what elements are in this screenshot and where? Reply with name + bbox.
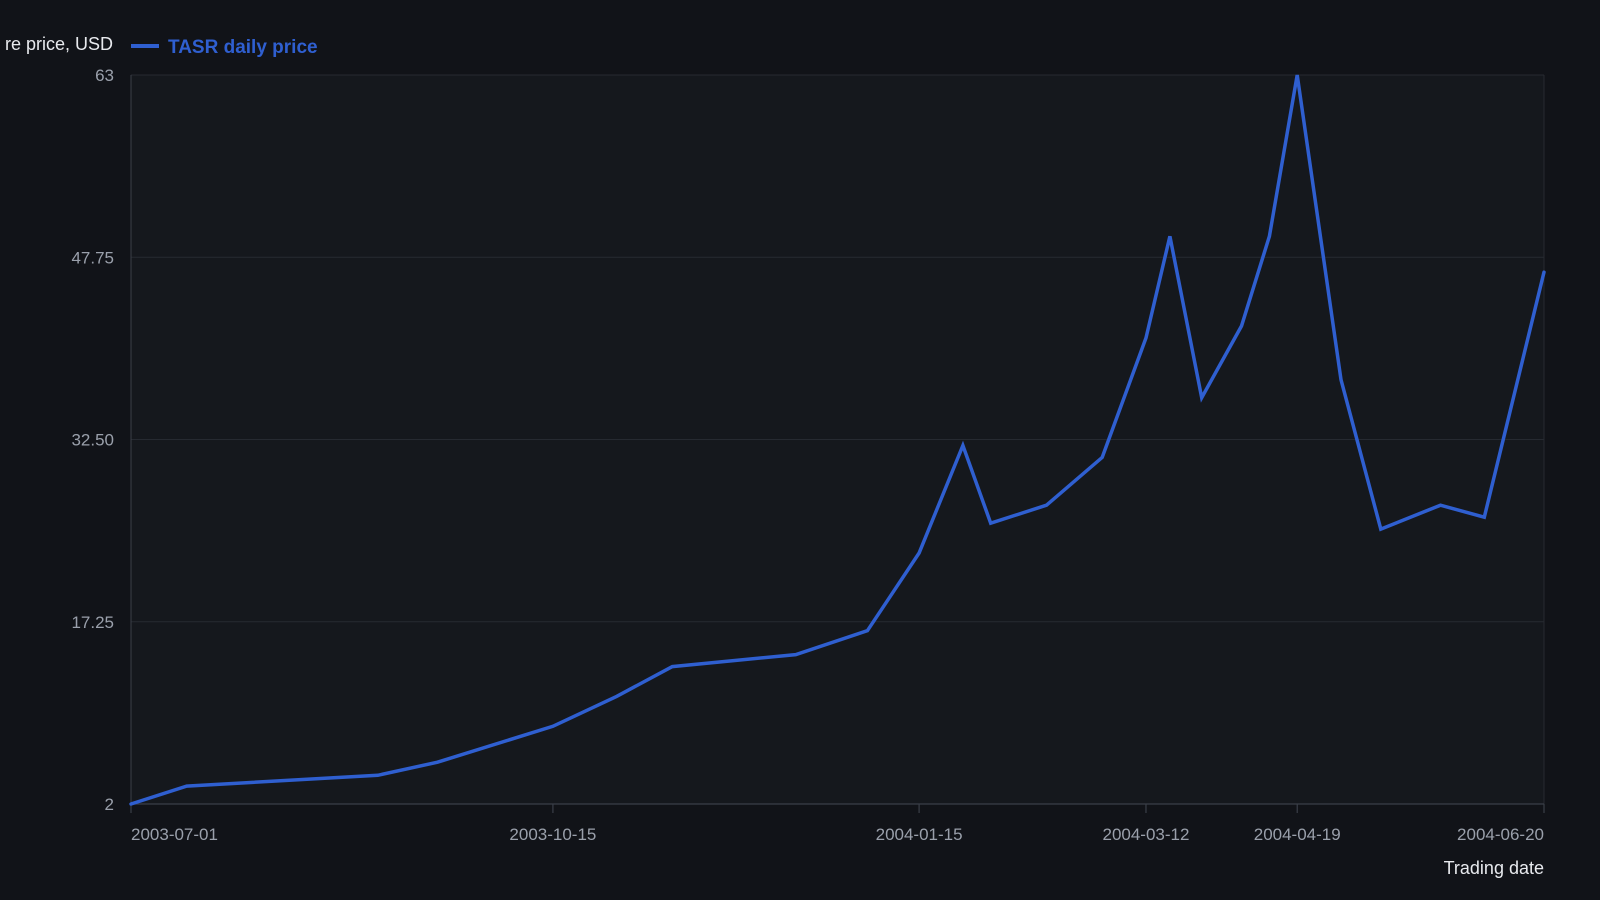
y-tick-label: 2 xyxy=(105,795,114,814)
y-axis-title: re price, USD xyxy=(5,34,113,54)
x-tick-label: 2003-10-15 xyxy=(509,825,596,844)
x-tick-label: 2004-01-15 xyxy=(876,825,963,844)
y-tick-label: 17.25 xyxy=(71,613,114,632)
y-tick-label: 32.50 xyxy=(71,431,114,450)
legend-label: TASR daily price xyxy=(168,37,318,58)
x-axis-title: Trading date xyxy=(1444,858,1544,878)
legend[interactable]: TASR daily price xyxy=(131,37,318,58)
x-tick-label: 2004-04-19 xyxy=(1254,825,1341,844)
chart-root: 2 17.25 32.50 47.75 63 2003-07-01 2003-10-15 2… xyxy=(0,0,1600,900)
y-axis-ticks: 2 17.25 32.50 47.75 63 xyxy=(71,66,114,814)
x-axis-ticks: 2003-07-01 2003-10-15 2004-01-15 2004-03-12… xyxy=(130,804,1545,844)
y-tick-label: 63 xyxy=(95,66,114,85)
y-tick-label: 47.75 xyxy=(71,248,114,267)
x-tick-label: 2004-06-20 xyxy=(1457,825,1544,844)
line-chart: 217.2532.5047.7563 2003-07-01 2003-10-15 2… xyxy=(5,34,1546,878)
x-tick-label: 2003-07-01 xyxy=(131,825,218,844)
x-tick-label: 2004-03-12 xyxy=(1102,825,1189,844)
